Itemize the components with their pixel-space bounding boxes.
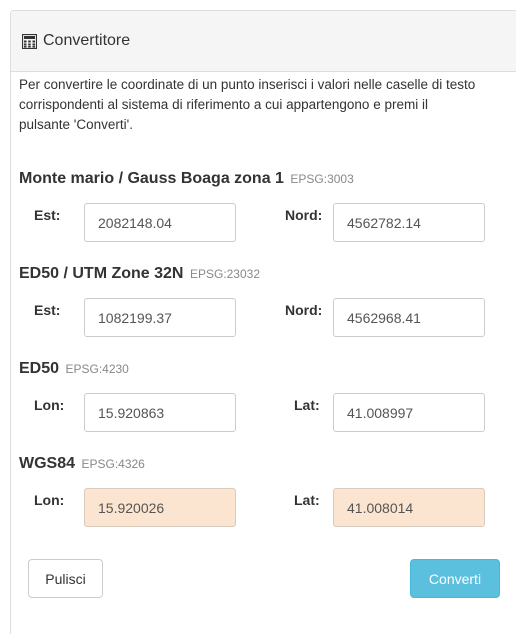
- panel-heading: Convertitore: [11, 11, 516, 72]
- ed50-lon-input[interactable]: [84, 393, 236, 432]
- group-title-wgs84: WGS84 EPSG:4326: [19, 455, 145, 473]
- epsg-code: EPSG:4326: [81, 457, 145, 471]
- gauss-boaga-est-input[interactable]: [84, 203, 236, 242]
- ed50-utm-nord-input[interactable]: [333, 298, 485, 337]
- epsg-code: EPSG:4230: [65, 362, 129, 376]
- panel-title: Convertitore: [43, 32, 131, 49]
- nord-label: Nord:: [285, 207, 323, 223]
- epsg-code: EPSG:23032: [189, 267, 260, 281]
- group-title-gauss-boaga: Monte mario / Gauss Boaga zona 1 EPSG:30…: [19, 170, 354, 188]
- ed50-lat-input[interactable]: [333, 393, 485, 432]
- group-name: ED50: [19, 360, 60, 377]
- clear-button[interactable]: Pulisci: [28, 559, 103, 598]
- group-name: WGS84: [19, 455, 76, 472]
- nord-label: Nord:: [285, 302, 323, 318]
- est-label: Est:: [34, 302, 61, 318]
- group-title-ed50: ED50 EPSG:4230: [19, 360, 129, 378]
- group-title-ed50-utm: ED50 / UTM Zone 32N EPSG:23032: [19, 265, 260, 283]
- convert-button[interactable]: Converti: [410, 559, 500, 598]
- lat-label: Lat:: [294, 492, 320, 508]
- wgs84-lat-input[interactable]: [333, 488, 485, 527]
- group-name: Monte mario / Gauss Boaga zona 1: [19, 170, 284, 187]
- intro-text: Per convertire le coordinate di un punto…: [19, 77, 476, 132]
- gauss-boaga-nord-input[interactable]: [333, 203, 485, 242]
- lon-label: Lon:: [34, 492, 65, 508]
- calculator-icon: [21, 33, 38, 49]
- lat-label: Lat:: [294, 397, 320, 413]
- wgs84-lon-input[interactable]: [84, 488, 236, 527]
- lon-label: Lon:: [34, 397, 65, 413]
- epsg-code: EPSG:3003: [290, 172, 354, 186]
- ed50-utm-est-input[interactable]: [84, 298, 236, 337]
- group-name: ED50 / UTM Zone 32N: [19, 265, 184, 282]
- est-label: Est:: [34, 207, 61, 223]
